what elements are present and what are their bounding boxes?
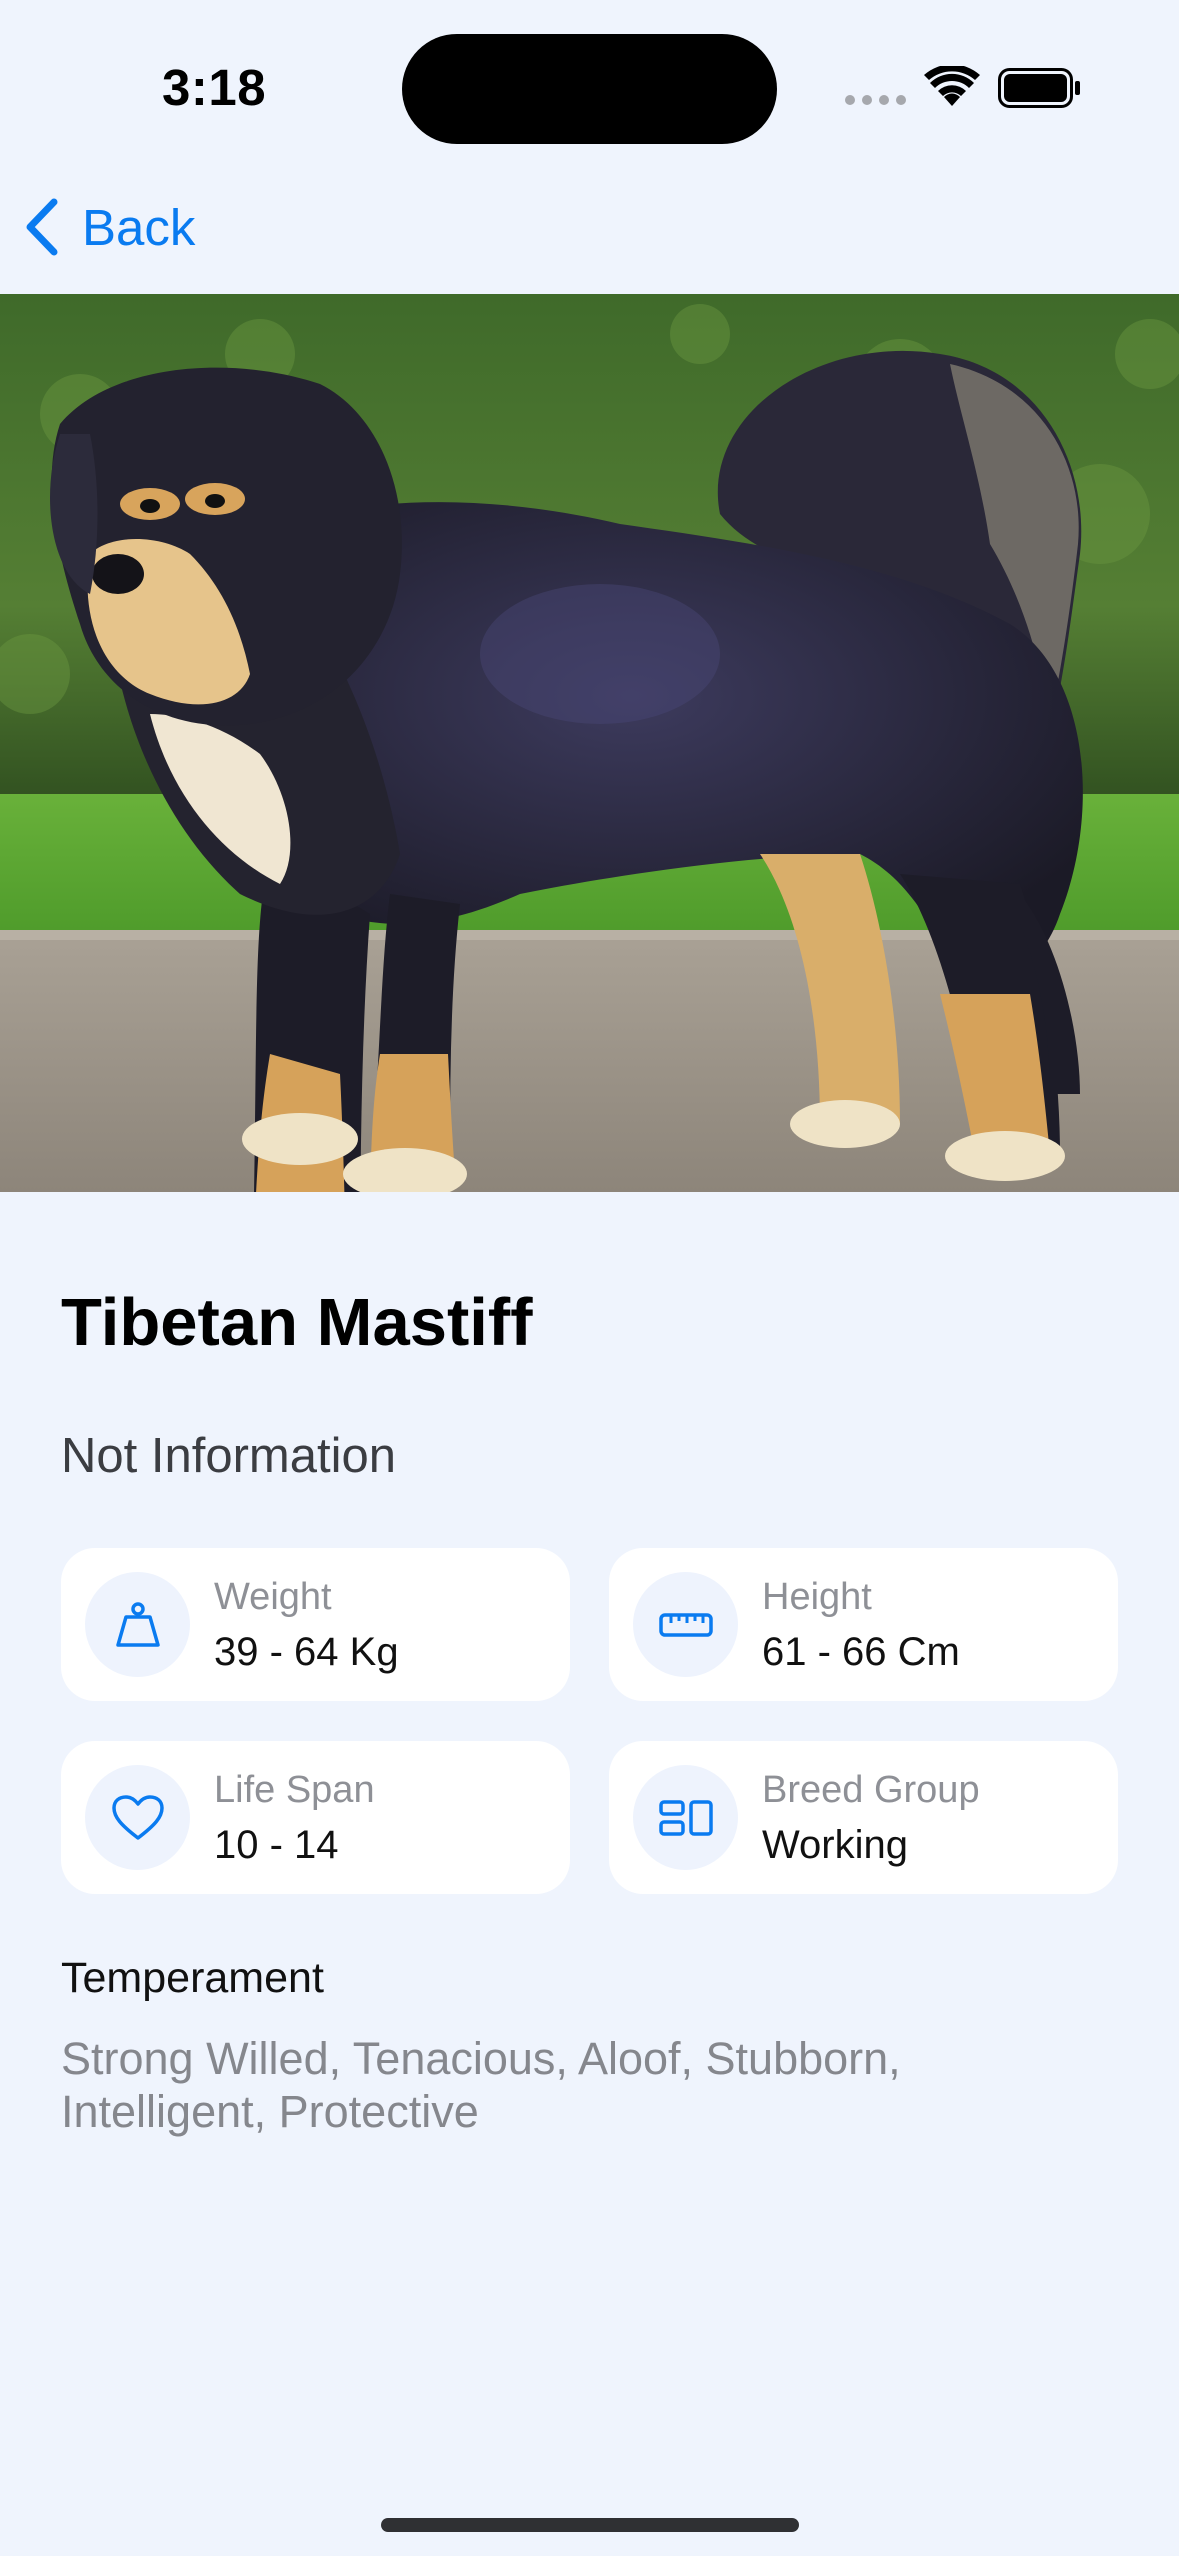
stat-value: Working bbox=[762, 1823, 908, 1867]
stat-value: 61 - 66 Cm bbox=[762, 1630, 960, 1674]
stat-card-breed-group: Breed Group Working bbox=[609, 1741, 1118, 1894]
breed-photo bbox=[0, 294, 1179, 1192]
weight-icon bbox=[85, 1572, 190, 1677]
stat-card-height: Height 61 - 66 Cm bbox=[609, 1548, 1118, 1701]
ruler-icon bbox=[633, 1572, 738, 1677]
temperament-heading: Temperament bbox=[61, 1954, 324, 2002]
battery-icon bbox=[998, 68, 1080, 108]
stat-card-weight: Weight 39 - 64 Kg bbox=[61, 1548, 570, 1701]
group-icon bbox=[633, 1765, 738, 1870]
home-indicator[interactable] bbox=[381, 2518, 799, 2532]
stat-card-life-span: Life Span 10 - 14 bbox=[61, 1741, 570, 1894]
cellular-signal-icon bbox=[845, 95, 906, 105]
stat-value: 39 - 64 Kg bbox=[214, 1630, 399, 1674]
breed-name: Tibetan Mastiff bbox=[61, 1285, 533, 1360]
temperament-text: Strong Willed, Tenacious, Aloof, Stubbor… bbox=[61, 2033, 901, 2137]
back-button[interactable]: Back bbox=[24, 192, 195, 262]
heart-icon bbox=[85, 1765, 190, 1870]
stat-value: 10 - 14 bbox=[214, 1823, 339, 1867]
stat-label: Breed Group bbox=[762, 1769, 980, 1811]
dynamic-island bbox=[402, 34, 777, 144]
chevron-left-icon bbox=[26, 198, 58, 256]
status-bar: 3:18 bbox=[0, 0, 1179, 170]
breed-description: Not Information bbox=[61, 1429, 396, 1483]
status-time: 3:18 bbox=[162, 59, 267, 116]
stat-label: Height bbox=[762, 1576, 872, 1618]
stat-label: Weight bbox=[214, 1576, 332, 1618]
back-button-label: Back bbox=[82, 198, 196, 256]
wifi-icon bbox=[924, 66, 980, 106]
stat-label: Life Span bbox=[214, 1769, 375, 1811]
